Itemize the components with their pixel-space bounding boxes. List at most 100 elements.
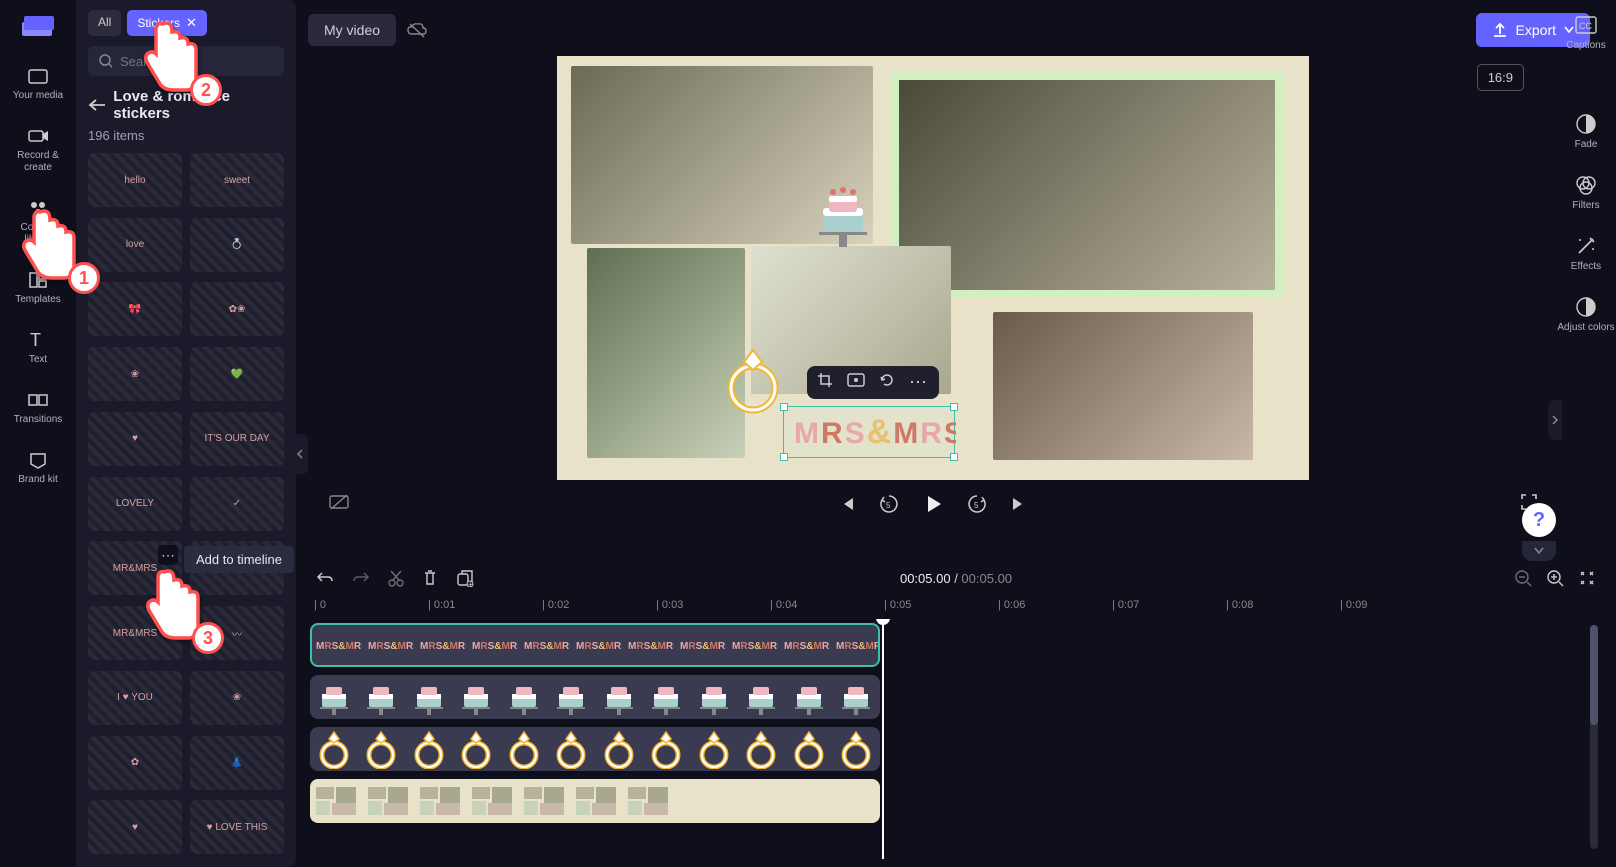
undo-icon[interactable]	[316, 570, 334, 586]
clip-video[interactable]	[310, 779, 880, 823]
ruler-tick: | 0:09	[1340, 599, 1367, 611]
ruler-tick: | 0:01	[428, 599, 455, 611]
more-icon[interactable]: ⋯	[909, 372, 929, 393]
svg-text:MRS&MRS: MRS&MRS	[316, 641, 362, 652]
ruler-tick: | 0:08	[1226, 599, 1253, 611]
rotate-icon[interactable]	[879, 372, 895, 393]
clip-mrs-mrs[interactable]: MRS&MRS MRS&MRS MRS&MRS MRS&MRS MRS&MRS MRS&M…	[310, 623, 880, 667]
timeline-time: 00:05.00 / 00:05.00	[900, 571, 1012, 586]
skip-end-icon[interactable]	[1010, 495, 1028, 513]
forward-5-icon[interactable]: 5	[966, 493, 988, 515]
svg-text:MRS&MRS: MRS&MRS	[472, 641, 518, 652]
video-canvas[interactable]: MRS&MRS ⋯	[557, 56, 1309, 480]
resize-handle[interactable]	[950, 403, 958, 411]
sticker-its-our-day[interactable]: IT'S OUR DAY	[190, 412, 284, 466]
sticker-hello-circle[interactable]: hello	[88, 153, 182, 207]
ruler-tick: | 0:03	[656, 599, 683, 611]
ring-sticker[interactable]	[722, 344, 784, 421]
player-controls: 5 5	[320, 486, 1546, 522]
svg-text:CC: CC	[1579, 21, 1592, 31]
sticker-flower-bunch[interactable]: ❀	[88, 347, 182, 401]
svg-text:MRS&MRS: MRS&MRS	[524, 641, 570, 652]
sticker-dress[interactable]: 👗	[190, 736, 284, 790]
duplicate-icon[interactable]: +	[456, 569, 474, 587]
collage-photo-5[interactable]	[993, 312, 1253, 460]
ruler-tick: | 0:04	[770, 599, 797, 611]
clip-ring[interactable]	[310, 727, 880, 771]
sticker-pink-heart-small[interactable]: ♥	[88, 800, 182, 854]
svg-text:MRS&MRS: MRS&MRS	[628, 641, 674, 652]
sticker-pink-flowers[interactable]: ✿	[88, 736, 182, 790]
resize-handle[interactable]	[950, 453, 958, 461]
help-button[interactable]: ?	[1522, 503, 1556, 537]
svg-text:MRS&MRS: MRS&MRS	[368, 641, 414, 652]
hide-ui-icon[interactable]	[328, 493, 350, 516]
cloud-sync-icon[interactable]	[406, 20, 428, 40]
sticker-love-badge[interactable]: love	[88, 218, 182, 272]
sticker-i-heart-you[interactable]: I ♥ YOU	[88, 671, 182, 725]
annotation-pointer-1: 1	[10, 200, 84, 291]
nav-record-create[interactable]: Record & create	[6, 118, 70, 182]
sticker-ring-outline[interactable]: 💍	[190, 218, 284, 272]
aspect-ratio-button[interactable]: 16:9	[1477, 64, 1524, 91]
clip-cake[interactable]	[310, 675, 880, 719]
resize-handle[interactable]	[780, 453, 788, 461]
back-arrow-icon[interactable]	[88, 98, 105, 112]
rail-adjust-colors[interactable]: Adjust colors	[1557, 290, 1614, 339]
delete-icon[interactable]	[422, 569, 438, 587]
ruler-tick: | 0:07	[1112, 599, 1139, 611]
sticker-bow[interactable]: 🎀	[88, 282, 182, 336]
zoom-out-icon[interactable]	[1514, 569, 1532, 587]
crop-icon[interactable]	[817, 372, 833, 393]
svg-text:MRS&MRS: MRS&MRS	[794, 413, 956, 451]
nav-text[interactable]: TText	[6, 322, 70, 374]
sticker-flower-cluster[interactable]: ✿❀	[190, 282, 284, 336]
timeline-ruler[interactable]: | 0| 0:01| 0:02| 0:03| 0:04| 0:05| 0:06|…	[308, 595, 1604, 619]
sticker-pink-heart[interactable]: ♥	[88, 412, 182, 466]
project-title[interactable]: My video	[308, 14, 396, 46]
sticker-sweet-circle[interactable]: sweet	[190, 153, 284, 207]
sticker-heart-sparkle[interactable]: 💚	[190, 347, 284, 401]
sticker-lovely-badge[interactable]: LOVELY	[88, 477, 182, 531]
sticker-blue-flower[interactable]: ❀	[190, 671, 284, 725]
playhead[interactable]	[882, 619, 884, 859]
right-rail: CCCaptions Fade Filters Effects Adjust c…	[1556, 8, 1616, 339]
right-rail-expand[interactable]	[1548, 400, 1562, 440]
nav-transitions[interactable]: Transitions	[6, 382, 70, 434]
svg-text:T: T	[30, 330, 41, 350]
panel-collapse-button[interactable]	[292, 434, 308, 474]
zoom-fit-icon[interactable]	[1578, 569, 1596, 587]
help-expand[interactable]	[1522, 541, 1556, 561]
content-panel: All Stickers✕ Love & romance stickers 19…	[76, 0, 296, 867]
rail-effects[interactable]: Effects	[1571, 229, 1601, 278]
skip-start-icon[interactable]	[838, 495, 856, 513]
play-icon[interactable]	[922, 493, 944, 515]
timeline-tracks[interactable]: MRS&MRS MRS&MRS MRS&MRS MRS&MRS MRS&MRS MRS&M…	[308, 619, 1604, 859]
sticker-love-this-banner[interactable]: ♥ LOVE THIS	[190, 800, 284, 854]
rewind-5-icon[interactable]: 5	[878, 493, 900, 515]
rail-captions[interactable]: CCCaptions	[1566, 8, 1605, 57]
svg-text:MRS&MRS: MRS&MRS	[680, 641, 726, 652]
rail-fade[interactable]: Fade	[1575, 107, 1598, 156]
resize-handle[interactable]	[780, 403, 788, 411]
rail-filters[interactable]: Filters	[1572, 168, 1599, 217]
redo-icon[interactable]	[352, 570, 370, 586]
nav-your-media[interactable]: Your media	[6, 58, 70, 110]
left-sidebar: Your media Record & create Content libra…	[0, 0, 76, 867]
mrs-mrs-sticker-selected[interactable]: MRS&MRS	[783, 406, 955, 458]
sticker-just-checked[interactable]: ✓	[190, 477, 284, 531]
annotation-pointer-2: 2	[132, 12, 206, 103]
tab-all[interactable]: All	[88, 10, 121, 36]
export-icon	[1492, 22, 1508, 38]
timeline-scrollbar[interactable]	[1590, 625, 1598, 849]
cut-icon[interactable]	[388, 569, 404, 587]
timeline-toolbar: + 00:05.00 / 00:05.00	[308, 561, 1604, 595]
cake-sticker[interactable]	[815, 182, 871, 253]
scrollbar-thumb[interactable]	[1590, 625, 1598, 725]
zoom-in-icon[interactable]	[1546, 569, 1564, 587]
svg-text:5: 5	[974, 501, 979, 510]
fit-icon[interactable]	[847, 373, 865, 392]
svg-text:MRS&MRS: MRS&MRS	[784, 641, 830, 652]
nav-brand-kit[interactable]: Brand kit	[6, 442, 70, 494]
search-icon	[98, 53, 112, 69]
